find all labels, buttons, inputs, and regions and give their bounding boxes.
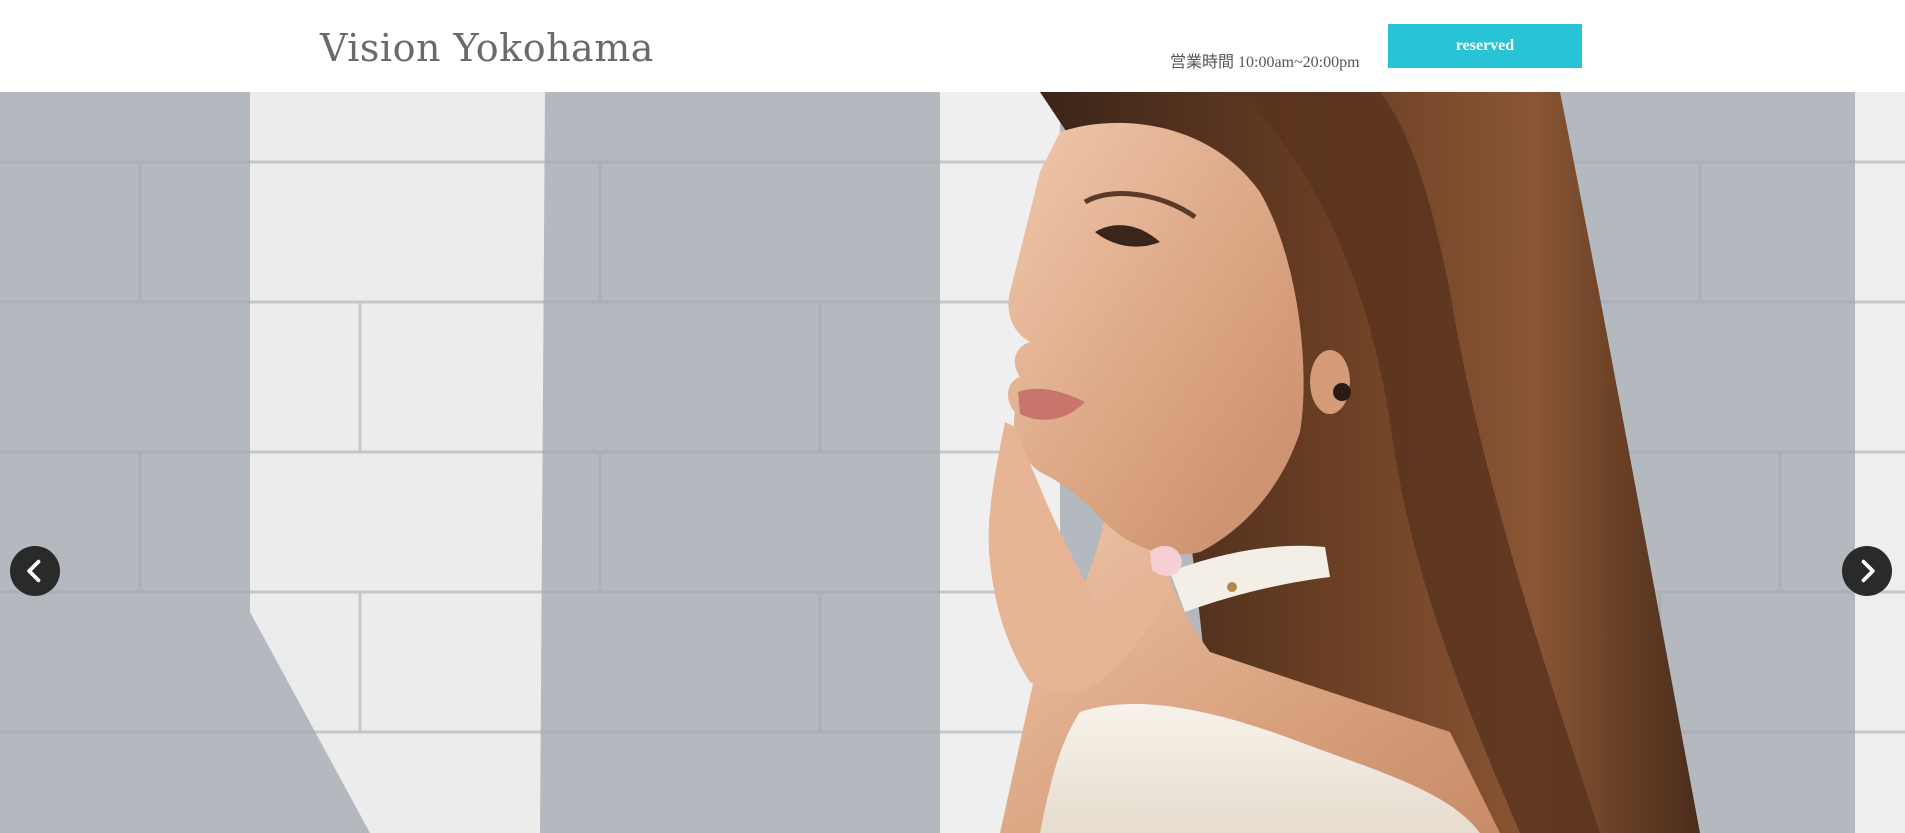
chevron-right-icon: [1861, 559, 1875, 583]
slider-prev-button[interactable]: [10, 546, 60, 596]
chevron-left-icon: [27, 559, 41, 583]
hero-image: [0, 92, 1905, 833]
hero-slider: [0, 92, 1905, 833]
site-header: Vision Yokohama 営業時間 10:00am~20:00pm res…: [0, 0, 1905, 92]
reserve-button[interactable]: reserved: [1388, 24, 1582, 68]
business-hours: 営業時間 10:00am~20:00pm: [1170, 54, 1360, 71]
page: Vision Yokohama 営業時間 10:00am~20:00pm res…: [0, 0, 1905, 833]
site-logo[interactable]: Vision Yokohama: [320, 26, 654, 70]
slider-next-button[interactable]: [1842, 546, 1892, 596]
